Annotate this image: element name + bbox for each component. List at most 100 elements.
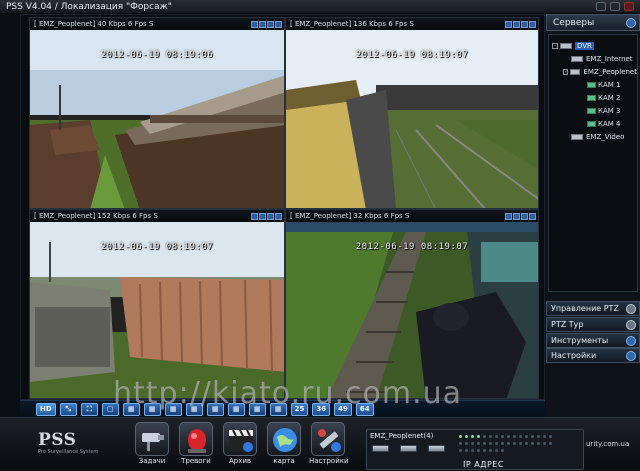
video-feed: 2012-06-19 08:19:07 bbox=[30, 222, 284, 398]
audio-icon[interactable] bbox=[267, 20, 274, 28]
tool-label: Тревоги bbox=[181, 457, 211, 465]
close-view-icon[interactable] bbox=[275, 20, 282, 28]
snapshot-icon[interactable] bbox=[259, 20, 266, 28]
settings-button[interactable]: Настройки bbox=[309, 422, 349, 471]
tool-label: Задачи bbox=[138, 457, 166, 465]
record-icon[interactable] bbox=[505, 212, 512, 220]
camera-icon bbox=[587, 94, 596, 101]
record-icon[interactable] bbox=[505, 20, 512, 28]
expand-icon[interactable]: - bbox=[563, 68, 569, 75]
tree-node-label: EMZ_Video bbox=[586, 132, 625, 141]
title-bar: PSS V4.04 / Локализация "Форсаж" bbox=[0, 0, 640, 14]
panel-label: Настройки bbox=[551, 351, 597, 360]
alarms-button[interactable]: Тревоги bbox=[177, 422, 215, 471]
archive-clapper-icon bbox=[223, 422, 257, 456]
tree-node-dvr[interactable]: - DVR bbox=[549, 39, 637, 52]
ip-address-label: IP АДРЕС bbox=[463, 460, 504, 469]
settings-tools-icon bbox=[311, 422, 345, 456]
close-view-icon[interactable] bbox=[529, 20, 536, 28]
record-icon[interactable] bbox=[251, 212, 258, 220]
layout-9-icon[interactable]: ▦ bbox=[185, 402, 203, 416]
network-status-panel: EMZ_Peoplenet(4) IP АДРЕС bbox=[366, 429, 584, 470]
tasks-button[interactable]: Задачи bbox=[133, 422, 171, 471]
video-feed: 2012-06-19 08:19:07 bbox=[286, 30, 538, 208]
video-feed: 2012-06-19 08:19:06 bbox=[30, 30, 284, 208]
tree-node-emz-video[interactable]: EMZ_Video bbox=[549, 130, 637, 143]
tool-label: карта bbox=[273, 457, 295, 465]
bottom-bar: PSS Pro Surveillance System Задачи Трево… bbox=[0, 417, 640, 470]
layout-16-icon[interactable]: ▦ bbox=[227, 402, 245, 416]
panel-label: Управление PTZ bbox=[551, 304, 619, 313]
pss-logo: PSS bbox=[38, 430, 77, 450]
tree-node-label: КАМ 4 bbox=[598, 119, 621, 128]
panel-label: Инструменты bbox=[551, 336, 609, 345]
panel-label: PTZ Тур bbox=[551, 320, 584, 329]
expand-icon[interactable] bbox=[626, 350, 636, 361]
snapshot-icon[interactable] bbox=[259, 212, 266, 220]
server-icon bbox=[372, 445, 389, 452]
camera-label: [ EMZ_Peoplenet] 152 Kbps 6 Fps S bbox=[34, 212, 158, 220]
tree-node-label: КАМ 3 bbox=[598, 106, 621, 115]
camera-view-4[interactable]: [ EMZ_Peoplenet] 32 Kbps 6 Fps S 2012-06… bbox=[285, 209, 539, 399]
close-button[interactable] bbox=[624, 2, 634, 11]
close-view-icon[interactable] bbox=[529, 212, 536, 220]
tree-node-cam3[interactable]: КАМ 3 bbox=[549, 104, 637, 117]
archive-button[interactable]: Архив bbox=[221, 422, 259, 471]
server-icon bbox=[571, 55, 583, 62]
layout-custom-icon[interactable]: ▦ bbox=[269, 402, 287, 416]
layout-64-button[interactable]: 64 bbox=[355, 402, 374, 416]
tree-node-label: DVR bbox=[575, 41, 594, 50]
tree-node-emz-internet[interactable]: EMZ_Internet bbox=[549, 52, 637, 65]
hd-button[interactable]: HD bbox=[36, 402, 56, 416]
camera-timestamp: 2012-06-19 08:19:07 bbox=[100, 242, 214, 252]
ptz-tour-panel[interactable]: PTZ Тур bbox=[546, 317, 640, 332]
expand-icon[interactable] bbox=[626, 319, 636, 330]
layout-6-icon[interactable]: ▦ bbox=[143, 402, 161, 416]
camera-timestamp: 2012-06-19 08:19:07 bbox=[355, 242, 469, 252]
alarm-siren-icon bbox=[179, 422, 213, 456]
snapshot-icon[interactable] bbox=[513, 20, 520, 28]
server-tree: - DVR EMZ_Internet - EMZ_Peoplenet КАМ 1… bbox=[548, 34, 638, 292]
layout-8-icon[interactable]: ▦ bbox=[164, 402, 182, 416]
fullscreen-button[interactable]: ⛶ bbox=[80, 402, 98, 416]
collapse-icon[interactable] bbox=[626, 17, 636, 28]
tree-node-label: КАМ 1 bbox=[598, 80, 621, 89]
camera-label: [ EMZ_Peoplenet] 136 Kbps 6 Fps S bbox=[290, 20, 414, 28]
layout-36-button[interactable]: 36 bbox=[312, 402, 331, 416]
layout-13-icon[interactable]: ▦ bbox=[206, 402, 224, 416]
tree-node-cam1[interactable]: КАМ 1 bbox=[549, 78, 637, 91]
layout-20-icon[interactable]: ▦ bbox=[248, 402, 266, 416]
ptz-control-panel[interactable]: Управление PTZ bbox=[546, 301, 640, 316]
camera-view-2[interactable]: [ EMZ_Peoplenet] 136 Kbps 6 Fps S 2012-0… bbox=[285, 17, 539, 209]
layout-25-button[interactable]: 25 bbox=[290, 402, 309, 416]
layout-49-button[interactable]: 49 bbox=[334, 402, 352, 416]
tree-node-cam4[interactable]: КАМ 4 bbox=[549, 117, 637, 130]
tree-node-emz-peoplenet[interactable]: - EMZ_Peoplenet bbox=[549, 65, 637, 78]
tree-node-cam2[interactable]: КАМ 2 bbox=[549, 91, 637, 104]
video-feed: 2012-06-19 08:19:07 bbox=[286, 222, 538, 398]
audio-icon[interactable] bbox=[267, 212, 274, 220]
audio-icon[interactable] bbox=[521, 212, 528, 220]
expand-icon[interactable] bbox=[626, 335, 636, 346]
tree-node-label: EMZ_Internet bbox=[586, 54, 633, 63]
server-icon bbox=[571, 133, 583, 140]
snapshot-icon[interactable] bbox=[513, 212, 520, 220]
audio-icon[interactable] bbox=[521, 20, 528, 28]
maximize-button[interactable] bbox=[610, 2, 620, 11]
settings-panel[interactable]: Настройки bbox=[546, 348, 640, 363]
resize-button[interactable]: ⤡ bbox=[59, 402, 77, 416]
minimize-button[interactable] bbox=[596, 2, 606, 11]
layout-4-icon[interactable]: ▦ bbox=[122, 402, 140, 416]
camera-view-1[interactable]: [ EMZ_Peoplenet] 40 Kbps 6 Fps S 2012-06… bbox=[29, 17, 285, 209]
layout-1-icon[interactable]: ▢ bbox=[101, 402, 119, 416]
close-view-icon[interactable] bbox=[275, 212, 282, 220]
expand-icon[interactable] bbox=[626, 303, 636, 314]
server-icon bbox=[400, 445, 417, 452]
tools-panel[interactable]: Инструменты bbox=[546, 333, 640, 348]
expand-icon[interactable]: - bbox=[552, 42, 558, 49]
map-button[interactable]: карта bbox=[265, 422, 303, 471]
servers-header[interactable]: Серверы bbox=[546, 14, 640, 31]
server-icon bbox=[428, 445, 445, 452]
record-icon[interactable] bbox=[251, 20, 258, 28]
camera-view-3[interactable]: [ EMZ_Peoplenet] 152 Kbps 6 Fps S 2012-0… bbox=[29, 209, 285, 399]
